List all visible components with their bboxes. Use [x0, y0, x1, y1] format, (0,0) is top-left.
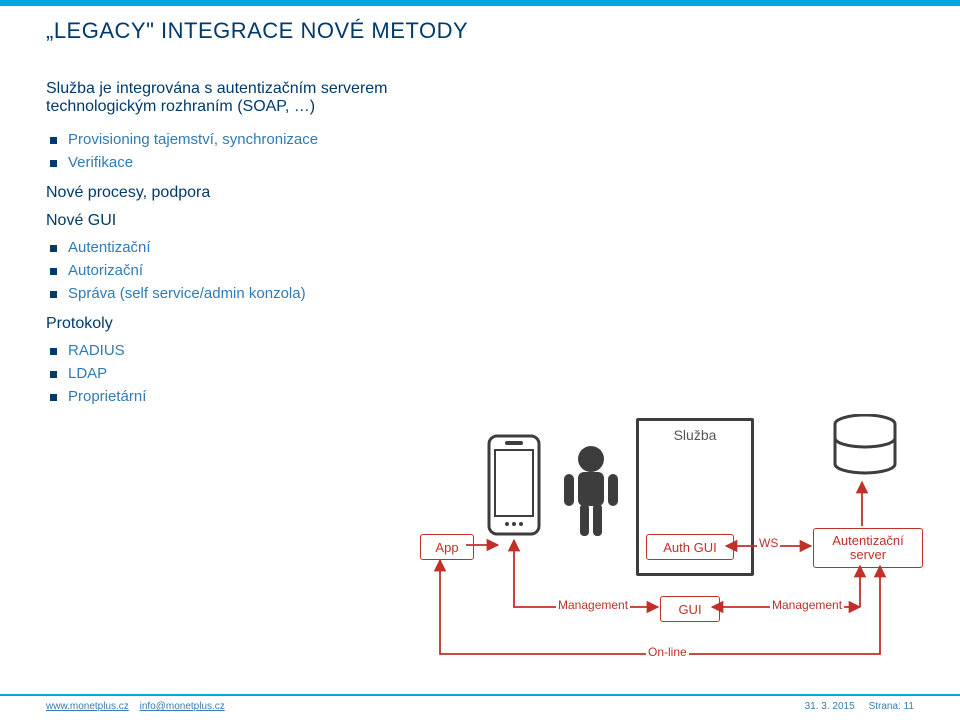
footer-link-mail[interactable]: info@monetplus.cz — [140, 701, 225, 712]
connector-label-management-right: Management — [770, 598, 844, 612]
person-icon — [558, 444, 624, 540]
subheading: Protokoly — [46, 315, 476, 333]
footer-date: 31. 3. 2015 — [805, 701, 855, 712]
intro-text: Služba je integrována s autentizačním se… — [46, 80, 476, 116]
connector-label-online: On-line — [646, 645, 689, 659]
database-icon — [830, 414, 900, 480]
footer-page-number: 11 — [904, 701, 914, 712]
node-auth-gui: Auth GUI — [646, 534, 734, 560]
list-item: RADIUS — [46, 339, 476, 362]
connector-label-ws: WS — [757, 536, 780, 550]
footer-page-label: Strana: — [869, 701, 901, 712]
connector-label-management-left: Management — [556, 598, 630, 612]
list-item: Autentizační — [46, 236, 476, 259]
list-item: Autorizační — [46, 259, 476, 282]
list-item: Správa (self service/admin konzola) — [46, 282, 476, 305]
node-gui: GUI — [660, 596, 720, 622]
footer-link-site[interactable]: www.monetplus.cz — [46, 701, 129, 712]
list-protocols: RADIUS LDAP Proprietární — [46, 339, 476, 408]
footer: www.monetplus.cz info@monetplus.cz 31. 3… — [0, 694, 960, 720]
list-gui: Autentizační Autorizační Správa (self se… — [46, 236, 476, 305]
page-title: „LEGACY" INTEGRACE NOVÉ METODY — [46, 18, 914, 44]
node-app: App — [420, 534, 474, 560]
list-item: Proprietární — [46, 385, 476, 408]
service-container: Služba — [636, 418, 754, 576]
subheading: Nové procesy, podpora — [46, 184, 476, 202]
subheading: Nové GUI — [46, 212, 476, 230]
phone-icon — [485, 432, 543, 538]
service-label: Služba — [639, 421, 751, 443]
node-auth-server: Autentizačníserver — [813, 528, 923, 568]
list-item: Provisioning tajemství, synchronizace — [46, 128, 476, 151]
list-item: Verifikace — [46, 151, 476, 174]
list-integration: Provisioning tajemství, synchronizace Ve… — [46, 128, 476, 174]
list-item: LDAP — [46, 362, 476, 385]
